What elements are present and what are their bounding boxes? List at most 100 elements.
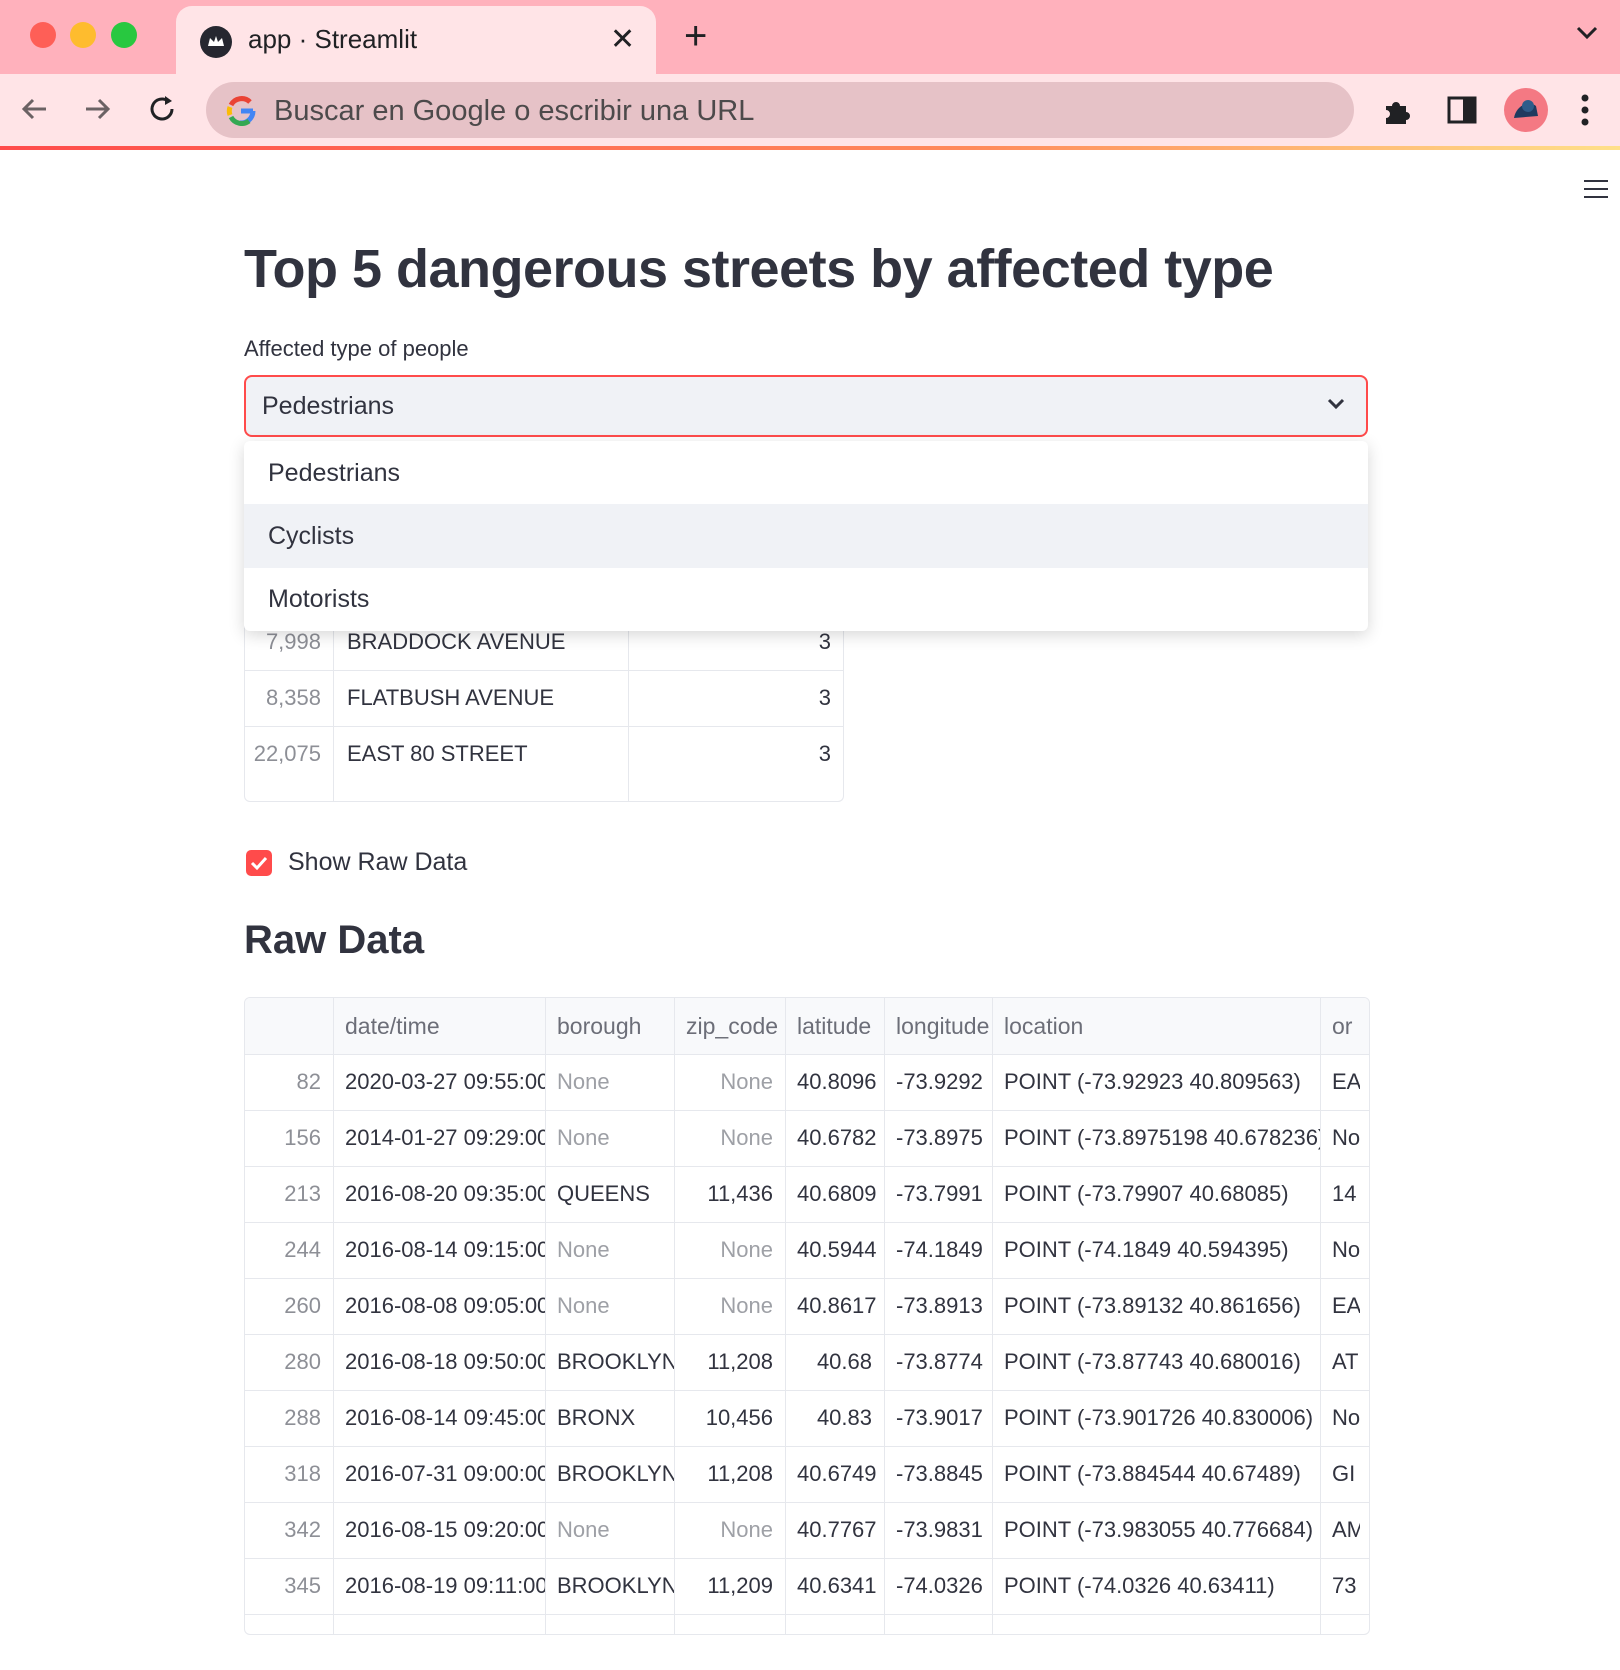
maximize-window-button[interactable] bbox=[111, 22, 137, 48]
column-header[interactable]: borough bbox=[545, 998, 674, 1054]
longitude-cell: -74.0326 bbox=[896, 1573, 983, 1598]
datetime-cell: 2016-07-31 09:00:00 bbox=[345, 1461, 545, 1486]
longitude-cell: -73.8913 bbox=[896, 1293, 983, 1318]
longitude-cell: -73.7991 bbox=[896, 1181, 983, 1206]
borough-cell: QUEENS bbox=[557, 1181, 650, 1206]
datetime-cell: 2016-08-19 09:11:00 bbox=[345, 1573, 545, 1598]
back-icon[interactable] bbox=[18, 92, 52, 131]
row-index: 260 bbox=[284, 1293, 321, 1318]
forward-icon[interactable] bbox=[80, 92, 114, 131]
datetime-cell: 2020-03-27 09:55:00 bbox=[345, 1069, 545, 1094]
borough-cell: BROOKLYN bbox=[557, 1461, 674, 1486]
table-row: 318 2016-07-31 09:00:00 BROOKLYN 11,208 40.6… bbox=[245, 1446, 1369, 1502]
table-row: 8,358 FLATBUSH AVENUE 3 bbox=[245, 670, 843, 726]
zip-code-cell: 11,209 bbox=[707, 1573, 773, 1598]
longitude-cell: -73.9017 bbox=[896, 1405, 983, 1430]
row-index: 342 bbox=[284, 1517, 321, 1542]
extra-cell: No bbox=[1332, 1405, 1360, 1430]
show-raw-data-checkbox[interactable] bbox=[246, 850, 272, 876]
borough-cell: BRONX bbox=[557, 1405, 636, 1430]
option-motorists[interactable]: Motorists bbox=[244, 567, 1368, 631]
new-tab-button[interactable]: + bbox=[684, 16, 707, 56]
tab-title: app · Streamlit bbox=[248, 24, 418, 54]
top-streets-table: 7,998 BRADDOCK AVENUE 3 8,358 FLATBUSH A… bbox=[244, 604, 844, 802]
zip-code-cell: None bbox=[720, 1069, 773, 1094]
row-index: 8,358 bbox=[265, 685, 321, 710]
column-header[interactable]: latitude bbox=[785, 998, 884, 1054]
street-cell: FLATBUSH AVENUE bbox=[347, 685, 555, 710]
datetime-cell: 2016-08-14 09:15:00 bbox=[345, 1237, 545, 1262]
borough-cell: None bbox=[557, 1125, 610, 1150]
datetime-cell: 2016-08-14 09:45:00 bbox=[345, 1405, 545, 1430]
longitude-cell: -73.8774 bbox=[896, 1349, 983, 1374]
row-index: 213 bbox=[284, 1181, 321, 1206]
streamlit-favicon-icon bbox=[200, 26, 232, 58]
datetime-cell: 2014-01-27 09:29:00 bbox=[345, 1125, 545, 1150]
show-raw-data-label[interactable]: Show Raw Data bbox=[288, 848, 467, 877]
latitude-cell: 40.7767 bbox=[797, 1517, 877, 1542]
zip-code-cell: None bbox=[720, 1237, 773, 1262]
row-index: 82 bbox=[296, 1069, 321, 1094]
minimize-window-button[interactable] bbox=[70, 22, 96, 48]
address-bar-placeholder: Buscar en Google o escribir una URL bbox=[274, 95, 755, 127]
latitude-cell: 40.83 bbox=[816, 1405, 872, 1430]
tab-strip: app · Streamlit ✕ + bbox=[0, 0, 1620, 74]
kebab-menu-icon[interactable] bbox=[1580, 92, 1590, 133]
sidepanel-icon[interactable] bbox=[1446, 94, 1478, 131]
zip-code-cell: 11,208 bbox=[707, 1461, 773, 1486]
extra-cell: EA bbox=[1332, 1069, 1360, 1094]
address-bar[interactable]: Buscar en Google o escribir una URL bbox=[206, 82, 1354, 138]
extra-cell: No bbox=[1332, 1237, 1360, 1262]
page-title: Top 5 dangerous streets by affected type bbox=[244, 239, 1274, 299]
zip-code-cell: None bbox=[720, 1125, 773, 1150]
profile-avatar[interactable] bbox=[1504, 88, 1548, 132]
column-header[interactable]: date/time bbox=[333, 998, 545, 1054]
latitude-cell: 40.5944 bbox=[797, 1237, 877, 1262]
location-cell: POINT (-73.89132 40.861656) bbox=[1004, 1293, 1301, 1318]
option-cyclists[interactable]: Cyclists bbox=[244, 504, 1368, 568]
row-index: 156 bbox=[284, 1125, 321, 1150]
chevron-down-icon bbox=[1326, 397, 1346, 416]
extra-cell: 73 bbox=[1332, 1573, 1357, 1598]
zip-code-cell: 11,436 bbox=[707, 1181, 773, 1206]
browser-tab[interactable]: app · Streamlit ✕ bbox=[176, 6, 656, 74]
affected-type-select[interactable]: Pedestrians bbox=[244, 375, 1368, 437]
zip-code-cell: 10,456 bbox=[705, 1405, 773, 1430]
borough-cell: BROOKLYN bbox=[557, 1349, 674, 1374]
latitude-cell: 40.8096 bbox=[797, 1069, 877, 1094]
tab-list-chevron-icon[interactable] bbox=[1576, 26, 1598, 45]
borough-cell: None bbox=[557, 1293, 610, 1318]
longitude-cell: -73.8845 bbox=[896, 1461, 983, 1486]
column-header[interactable] bbox=[245, 998, 333, 1054]
row-index: 318 bbox=[284, 1461, 321, 1486]
location-cell: POINT (-74.0326 40.63411) bbox=[1004, 1573, 1275, 1598]
datetime-cell: 2016-08-20 09:35:00 bbox=[345, 1181, 545, 1206]
latitude-cell: 40.6809 bbox=[797, 1181, 877, 1206]
select-value: Pedestrians bbox=[262, 392, 395, 420]
table-row: 156 2014-01-27 09:29:00 None None 40.6782 -73… bbox=[245, 1110, 1369, 1166]
borough-cell: None bbox=[557, 1069, 610, 1094]
close-tab-icon[interactable]: ✕ bbox=[610, 20, 635, 60]
table-row: 82 2020-03-27 09:55:00 None None 40.8096 -73.… bbox=[245, 1054, 1369, 1110]
column-header[interactable]: location bbox=[992, 998, 1320, 1054]
close-window-button[interactable] bbox=[30, 22, 56, 48]
raw-data-table[interactable]: date/time borough zip_code latitude longitud… bbox=[244, 997, 1370, 1635]
main-menu-icon[interactable] bbox=[1584, 180, 1608, 204]
option-pedestrians[interactable]: Pedestrians bbox=[244, 441, 1368, 505]
column-header[interactable]: zip_code bbox=[674, 998, 785, 1054]
extra-cell: No bbox=[1332, 1125, 1360, 1150]
table-row: 280 2016-08-18 09:50:00 BROOKLYN 11,208 40.6… bbox=[245, 1334, 1369, 1390]
table-row: 342 2016-08-15 09:20:00 None None 40.7767 -73… bbox=[245, 1502, 1369, 1558]
longitude-cell: -74.1849 bbox=[896, 1237, 983, 1262]
reload-icon[interactable] bbox=[145, 92, 179, 131]
extensions-icon[interactable] bbox=[1380, 94, 1414, 133]
column-header[interactable]: or bbox=[1320, 998, 1360, 1054]
latitude-cell: 40.8617 bbox=[797, 1293, 877, 1318]
header-row: date/time borough zip_code latitude longitud… bbox=[245, 998, 1369, 1054]
row-index: 244 bbox=[284, 1237, 321, 1262]
select-label: Affected type of people bbox=[244, 336, 469, 361]
select-dropdown-menu: Pedestrians Cyclists Motorists bbox=[244, 441, 1368, 631]
borough-cell: None bbox=[557, 1237, 610, 1262]
table-row: 213 2016-08-20 09:35:00 QUEENS 11,436 40.680… bbox=[245, 1166, 1369, 1222]
column-header[interactable]: longitude bbox=[884, 998, 992, 1054]
